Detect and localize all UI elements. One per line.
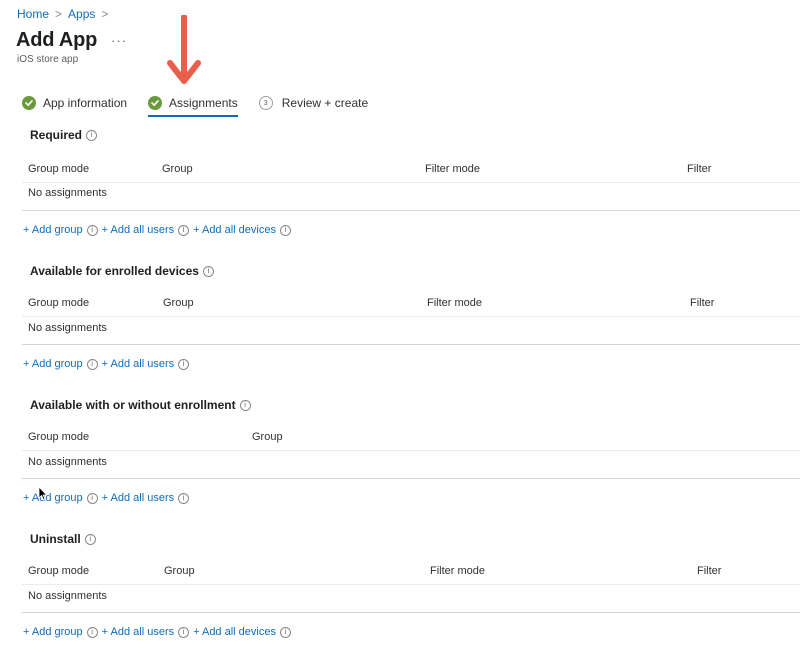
tab-assignments[interactable]: Assignments [148, 93, 238, 117]
breadcrumb-home[interactable]: Home [17, 7, 49, 21]
info-icon[interactable]: i [86, 358, 98, 370]
divider [22, 612, 800, 613]
empty-state-text: No assignments [28, 322, 107, 334]
section-title-text: Uninstall [30, 532, 81, 546]
breadcrumb: Home > Apps > [17, 7, 108, 21]
check-circle-icon [22, 96, 36, 110]
add-group-link[interactable]: + Add group [23, 358, 83, 370]
column-header-filter-mode[interactable]: Filter mode [425, 163, 480, 175]
section-title-text: Required [30, 128, 83, 142]
section-title: Uninstall i [30, 532, 96, 546]
section-title: Required i [30, 128, 98, 142]
mouse-pointer-icon [38, 486, 48, 501]
add-app-page: Home > Apps > Add App ··· iOS store app … [0, 0, 800, 653]
red-down-arrow-icon [167, 15, 201, 84]
column-header-group-mode[interactable]: Group mode [28, 431, 89, 443]
add-all-users-link[interactable]: + Add all users [102, 626, 174, 638]
tab-app-information[interactable]: App information [22, 93, 127, 113]
column-header-group[interactable]: Group [162, 163, 193, 175]
empty-state-text: No assignments [28, 456, 107, 468]
divider [22, 344, 800, 345]
column-header-group-mode[interactable]: Group mode [28, 163, 89, 175]
tab-label: Assignments [169, 96, 238, 110]
column-header-filter-mode[interactable]: Filter mode [430, 565, 485, 577]
divider [22, 450, 800, 451]
column-header-group[interactable]: Group [163, 297, 194, 309]
info-icon[interactable]: i [84, 533, 96, 545]
info-icon[interactable]: i [279, 626, 291, 638]
add-group-link[interactable]: + Add group [23, 626, 83, 638]
page-title: Add App [16, 29, 98, 51]
info-icon[interactable]: i [239, 399, 251, 411]
section-title: Available with or without enrollment i [30, 398, 251, 412]
assignment-actions: + Add group i + Add all users i + Add al… [23, 626, 295, 638]
section-title-text: Available with or without enrollment [30, 398, 236, 412]
info-icon[interactable]: i [86, 626, 98, 638]
add-all-devices-link[interactable]: + Add all devices [193, 626, 276, 638]
column-header-group[interactable]: Group [164, 565, 195, 577]
wizard-steps: App information Assignments 3 Review + c… [22, 93, 369, 117]
info-icon[interactable]: i [178, 492, 190, 504]
tab-label: App information [43, 96, 128, 110]
breadcrumb-separator: > [55, 7, 63, 21]
add-all-users-link[interactable]: + Add all users [102, 224, 174, 236]
column-header-group[interactable]: Group [252, 431, 283, 443]
divider [22, 316, 800, 317]
assignment-actions: + Add group i + Add all users i + Add al… [23, 224, 295, 236]
add-all-devices-link[interactable]: + Add all devices [193, 224, 276, 236]
column-header-filter[interactable]: Filter [690, 297, 714, 309]
tab-review-create[interactable]: 3 Review + create [258, 93, 369, 113]
info-icon[interactable]: i [86, 224, 98, 236]
breadcrumb-apps[interactable]: Apps [68, 7, 95, 21]
breadcrumb-separator: > [101, 7, 109, 21]
page-subtitle: iOS store app [17, 54, 79, 65]
empty-state-text: No assignments [28, 187, 107, 199]
column-header-filter-mode[interactable]: Filter mode [427, 297, 482, 309]
check-circle-icon [148, 96, 163, 110]
add-all-users-link[interactable]: + Add all users [102, 358, 174, 370]
column-header-group-mode[interactable]: Group mode [28, 565, 89, 577]
divider [22, 478, 800, 479]
empty-state-text: No assignments [28, 590, 107, 602]
divider [22, 210, 800, 211]
column-header-group-mode[interactable]: Group mode [28, 297, 89, 309]
info-icon[interactable]: i [279, 224, 291, 236]
add-group-link[interactable]: + Add group [23, 492, 83, 504]
info-icon[interactable]: i [178, 626, 190, 638]
assignment-actions: + Add group i + Add all users i [23, 358, 193, 370]
assignment-actions: + Add group i + Add all users i [23, 492, 193, 504]
tab-label: Review + create [281, 96, 369, 110]
info-icon[interactable]: i [178, 224, 190, 236]
section-title-text: Available for enrolled devices [30, 264, 199, 278]
add-all-users-link[interactable]: + Add all users [102, 492, 174, 504]
step-number: 3 [258, 96, 273, 110]
add-group-link[interactable]: + Add group [23, 224, 83, 236]
info-icon[interactable]: i [202, 265, 214, 277]
column-header-filter[interactable]: Filter [697, 565, 721, 577]
column-header-filter[interactable]: Filter [687, 163, 711, 175]
info-icon[interactable]: i [86, 492, 98, 504]
more-options-button[interactable]: ··· [111, 33, 127, 48]
info-icon[interactable]: i [86, 129, 98, 141]
divider [22, 584, 800, 585]
info-icon[interactable]: i [178, 358, 190, 370]
section-title: Available for enrolled devices i [30, 264, 214, 278]
divider [22, 182, 800, 183]
